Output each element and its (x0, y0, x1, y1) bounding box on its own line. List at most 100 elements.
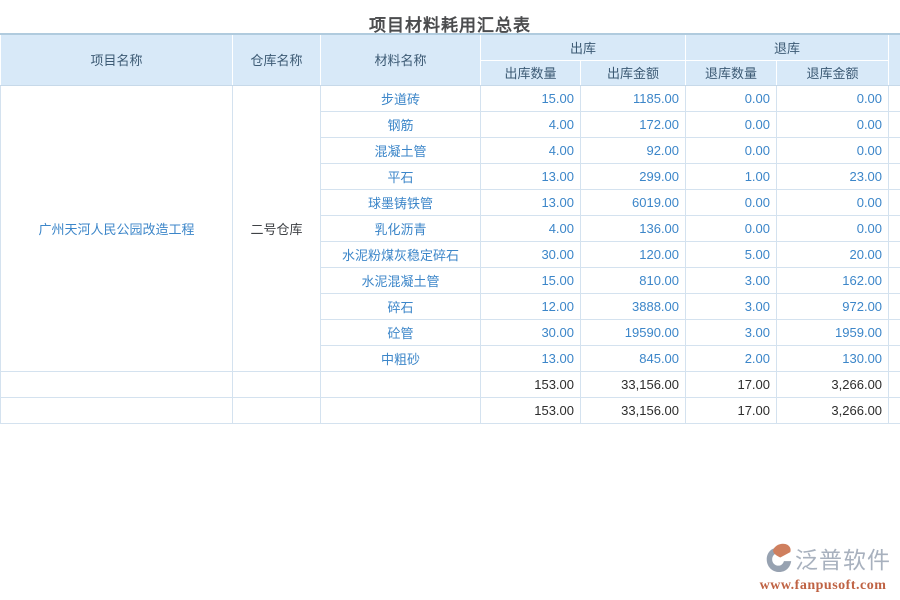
return-amount-cell[interactable]: 972.00 (777, 293, 889, 319)
overflow-cell (889, 111, 900, 137)
subtotal-out-amount: 33,156.00 (581, 371, 686, 397)
return-qty-cell[interactable]: 5.00 (686, 241, 777, 267)
return-qty-cell[interactable]: 0.00 (686, 137, 777, 163)
return-qty-cell[interactable]: 0.00 (686, 111, 777, 137)
material-cell[interactable]: 步道砖 (321, 85, 481, 111)
return-amount-cell[interactable]: 0.00 (777, 189, 889, 215)
return-qty-cell[interactable]: 3.00 (686, 319, 777, 345)
subtotal-row: 153.00 33,156.00 17.00 3,266.00 (1, 371, 900, 397)
material-cell[interactable]: 钢筋 (321, 111, 481, 137)
overflow-cell (889, 397, 900, 423)
header-return-amount: 退库金额 (777, 60, 889, 85)
return-qty-cell[interactable]: 3.00 (686, 293, 777, 319)
header-outbound-qty: 出库数量 (481, 60, 581, 85)
table-row: 广州天河人民公园改造工程 二号仓库 步道砖 15.00 1185.00 0.00… (1, 85, 900, 111)
total-return-amount: 3,266.00 (777, 397, 889, 423)
out-amount-cell[interactable]: 92.00 (581, 137, 686, 163)
vendor-website[interactable]: www.fanpusoft.com (755, 578, 891, 594)
overflow-cell (889, 371, 900, 397)
subtotal-out-qty: 153.00 (481, 371, 581, 397)
material-cell[interactable]: 碎石 (321, 293, 481, 319)
out-qty-cell[interactable]: 30.00 (481, 241, 581, 267)
material-summary-table: 项目名称 仓库名称 材料名称 出库 退库 出库数量 出库金额 退库数量 退库金额… (0, 33, 900, 424)
report-page: 项目材料耗用汇总表 项目名称 仓库名称 材料名称 出库 退库 出库数量 (0, 0, 900, 600)
subtotal-return-amount: 3,266.00 (777, 371, 889, 397)
overflow-cell (889, 241, 900, 267)
project-name-cell[interactable]: 广州天河人民公园改造工程 (1, 85, 233, 371)
overflow-cell (889, 137, 900, 163)
overflow-cell (889, 293, 900, 319)
overflow-cell (889, 345, 900, 371)
out-amount-cell[interactable]: 299.00 (581, 163, 686, 189)
header-outbound-amount: 出库金额 (581, 60, 686, 85)
header-warehouse-name: 仓库名称 (233, 34, 321, 85)
return-amount-cell[interactable]: 0.00 (777, 215, 889, 241)
out-amount-cell[interactable]: 136.00 (581, 215, 686, 241)
vendor-name: 泛普软件 (795, 549, 891, 572)
return-amount-cell[interactable]: 162.00 (777, 267, 889, 293)
out-qty-cell[interactable]: 13.00 (481, 189, 581, 215)
material-cell[interactable]: 乳化沥青 (321, 215, 481, 241)
return-amount-cell[interactable]: 0.00 (777, 85, 889, 111)
total-return-qty: 17.00 (686, 397, 777, 423)
vendor-watermark: 泛普软件 www.fanpusoft.com (755, 542, 891, 594)
return-qty-cell[interactable]: 3.00 (686, 267, 777, 293)
out-qty-cell[interactable]: 4.00 (481, 215, 581, 241)
out-amount-cell[interactable]: 172.00 (581, 111, 686, 137)
out-qty-cell[interactable]: 13.00 (481, 345, 581, 371)
out-qty-cell[interactable]: 15.00 (481, 85, 581, 111)
header-outbound-group: 出库 (481, 34, 686, 60)
out-amount-cell[interactable]: 120.00 (581, 241, 686, 267)
return-qty-cell[interactable]: 2.00 (686, 345, 777, 371)
material-cell[interactable]: 混凝土管 (321, 137, 481, 163)
warehouse-name-cell: 二号仓库 (233, 85, 321, 371)
total-out-amount: 33,156.00 (581, 397, 686, 423)
overflow-cell (889, 85, 900, 111)
out-qty-cell[interactable]: 4.00 (481, 137, 581, 163)
out-amount-cell[interactable]: 810.00 (581, 267, 686, 293)
subtotal-return-qty: 17.00 (686, 371, 777, 397)
empty-cell (321, 397, 481, 423)
return-amount-cell[interactable]: 0.00 (777, 137, 889, 163)
overflow-cell (889, 267, 900, 293)
material-cell[interactable]: 水泥混凝土管 (321, 267, 481, 293)
out-qty-cell[interactable]: 15.00 (481, 267, 581, 293)
out-amount-cell[interactable]: 845.00 (581, 345, 686, 371)
material-cell[interactable]: 平石 (321, 163, 481, 189)
return-qty-cell[interactable]: 1.00 (686, 163, 777, 189)
header-material-name: 材料名称 (321, 34, 481, 85)
material-cell[interactable]: 砼管 (321, 319, 481, 345)
header-return-qty: 退库数量 (686, 60, 777, 85)
return-amount-cell[interactable]: 130.00 (777, 345, 889, 371)
out-amount-cell[interactable]: 1185.00 (581, 85, 686, 111)
out-amount-cell[interactable]: 19590.00 (581, 319, 686, 345)
out-amount-cell[interactable]: 3888.00 (581, 293, 686, 319)
overflow-cell (889, 319, 900, 345)
material-cell[interactable]: 中粗砂 (321, 345, 481, 371)
material-cell[interactable]: 球墨铸铁管 (321, 189, 481, 215)
header-project-name: 项目名称 (1, 34, 233, 85)
return-qty-cell[interactable]: 0.00 (686, 215, 777, 241)
return-qty-cell[interactable]: 0.00 (686, 85, 777, 111)
empty-cell (321, 371, 481, 397)
overflow-cell (889, 189, 900, 215)
page-title: 项目材料耗用汇总表 (0, 0, 900, 33)
overflow-cell (889, 163, 900, 189)
table-viewport: 项目名称 仓库名称 材料名称 出库 退库 出库数量 出库金额 退库数量 退库金额… (0, 33, 900, 424)
empty-cell (233, 397, 321, 423)
return-amount-cell[interactable]: 23.00 (777, 163, 889, 189)
material-cell[interactable]: 水泥粉煤灰稳定碎石 (321, 241, 481, 267)
out-qty-cell[interactable]: 13.00 (481, 163, 581, 189)
return-amount-cell[interactable]: 1959.00 (777, 319, 889, 345)
return-qty-cell[interactable]: 0.00 (686, 189, 777, 215)
empty-cell (1, 371, 233, 397)
return-amount-cell[interactable]: 0.00 (777, 111, 889, 137)
out-qty-cell[interactable]: 30.00 (481, 319, 581, 345)
out-qty-cell[interactable]: 4.00 (481, 111, 581, 137)
out-qty-cell[interactable]: 12.00 (481, 293, 581, 319)
return-amount-cell[interactable]: 20.00 (777, 241, 889, 267)
fanpu-logo-icon (764, 542, 793, 578)
empty-cell (233, 371, 321, 397)
out-amount-cell[interactable]: 6019.00 (581, 189, 686, 215)
header-return-group: 退库 (686, 34, 889, 60)
